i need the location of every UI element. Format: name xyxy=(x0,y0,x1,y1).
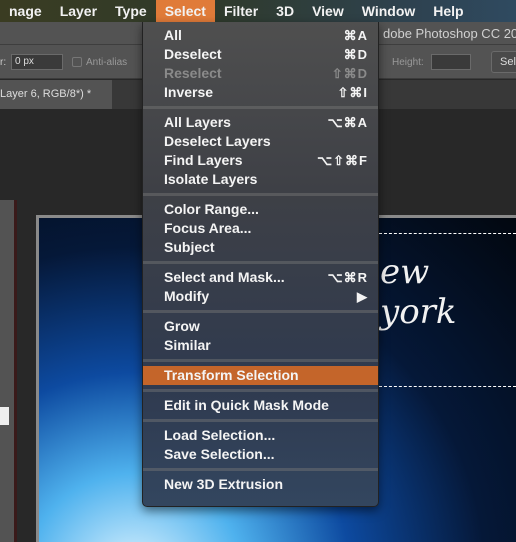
menu-item-label: Save Selection... xyxy=(164,446,275,462)
selection-marquee-top xyxy=(379,233,516,234)
menu-bar: nage Layer Type Select Filter 3D View Window Hel… xyxy=(0,0,516,22)
document-tab[interactable]: Layer 6, RGB/8*) * xyxy=(0,80,112,109)
menu-item-label: Focus Area... xyxy=(164,220,252,236)
antialias-checkbox[interactable] xyxy=(72,57,82,67)
menu-item-label: Transform Selection xyxy=(164,367,299,383)
shortcut: ⌘A xyxy=(343,28,368,43)
canvas-text: ew york xyxy=(380,252,457,332)
menu-item-label: Select and Mask... xyxy=(164,269,285,285)
shortcut: ⌥⌘A xyxy=(327,115,368,130)
menu-item-label: Reselect xyxy=(164,65,222,81)
menu-help[interactable]: Help xyxy=(424,0,472,22)
feather-label: r: xyxy=(0,57,7,68)
height-label: Height: xyxy=(392,57,424,68)
menu-item-focus-area[interactable]: Focus Area... xyxy=(143,219,378,238)
menu-item-label: Deselect Layers xyxy=(164,133,271,149)
menu-item-deselect-layers[interactable]: Deselect Layers xyxy=(143,132,378,151)
menu-item-subject[interactable]: Subject xyxy=(143,238,378,257)
menu-item-edit-in-quick-mask-mode[interactable]: Edit in Quick Mask Mode xyxy=(143,396,378,415)
selection-marquee-bottom xyxy=(379,386,516,387)
menu-item-modify[interactable]: Modify ▶ xyxy=(143,287,378,306)
menu-item-inverse[interactable]: Inverse ⇧⌘I xyxy=(143,83,378,102)
menu-item-transform-selection[interactable]: Transform Selection xyxy=(143,366,378,385)
menu-item-all[interactable]: All ⌘A xyxy=(143,26,378,45)
menu-item-label: Deselect xyxy=(164,46,222,62)
menu-separator xyxy=(143,385,378,396)
menu-item-label: Isolate Layers xyxy=(164,171,258,187)
menu-item-label: Inverse xyxy=(164,84,214,100)
menu-item-label: All Layers xyxy=(164,114,231,130)
menu-item-label: All xyxy=(164,27,182,43)
menu-select[interactable]: Select xyxy=(155,0,215,22)
menu-item-label: Edit in Quick Mask Mode xyxy=(164,397,329,413)
select-and-mask-button[interactable]: Sel xyxy=(491,51,516,73)
foreground-color-swatch[interactable] xyxy=(0,407,9,425)
menu-3d[interactable]: 3D xyxy=(267,0,303,22)
menu-separator xyxy=(143,464,378,475)
menu-separator xyxy=(143,306,378,317)
menu-item-deselect[interactable]: Deselect ⌘D xyxy=(143,45,378,64)
app-title: dobe Photoshop CC 20 xyxy=(383,26,516,41)
menu-item-reselect[interactable]: Reselect ⇧⌘D xyxy=(143,64,378,83)
menu-nage[interactable]: nage xyxy=(0,0,51,22)
tools-panel xyxy=(0,200,17,542)
menu-type[interactable]: Type xyxy=(106,0,156,22)
menu-item-label: Grow xyxy=(164,318,200,334)
menu-item-similar[interactable]: Similar xyxy=(143,336,378,355)
menu-item-load-selection[interactable]: Load Selection... xyxy=(143,426,378,445)
menu-item-new-3d-extrusion[interactable]: New 3D Extrusion xyxy=(143,475,378,494)
menu-item-label: New 3D Extrusion xyxy=(164,476,284,492)
menu-item-label: Load Selection... xyxy=(164,427,276,443)
menu-item-label: Subject xyxy=(164,239,215,255)
menu-item-select-and-mask[interactable]: Select and Mask... ⌥⌘R xyxy=(143,268,378,287)
menu-filter[interactable]: Filter xyxy=(215,0,267,22)
menu-item-label: Find Layers xyxy=(164,152,243,168)
menu-item-save-selection[interactable]: Save Selection... xyxy=(143,445,378,464)
menu-item-find-layers[interactable]: Find Layers ⌥⇧⌘F xyxy=(143,151,378,170)
menu-item-label: Similar xyxy=(164,337,211,353)
menu-layer[interactable]: Layer xyxy=(51,0,106,22)
menu-item-grow[interactable]: Grow xyxy=(143,317,378,336)
menu-separator xyxy=(143,102,378,113)
menu-item-isolate-layers[interactable]: Isolate Layers xyxy=(143,170,378,189)
menu-separator xyxy=(143,415,378,426)
menu-item-label: Color Range... xyxy=(164,201,259,217)
menu-separator xyxy=(143,257,378,268)
menu-item-color-range[interactable]: Color Range... xyxy=(143,200,378,219)
menu-view[interactable]: View xyxy=(303,0,353,22)
shortcut: ⌘D xyxy=(343,47,368,62)
menu-window[interactable]: Window xyxy=(353,0,425,22)
antialias-label: Anti-alias xyxy=(86,57,128,68)
menu-separator xyxy=(143,189,378,200)
menu-item-all-layers[interactable]: All Layers ⌥⌘A xyxy=(143,113,378,132)
submenu-arrow-icon: ▶ xyxy=(357,289,368,304)
shortcut: ⇧⌘D xyxy=(331,66,368,81)
select-menu-dropdown: All ⌘A Deselect ⌘D Reselect ⇧⌘D Inverse ⇧⌘I All … xyxy=(142,22,379,507)
shortcut: ⌥⌘R xyxy=(327,270,368,285)
height-input[interactable] xyxy=(431,54,471,70)
feather-input[interactable]: 0 px xyxy=(11,54,63,70)
menu-separator xyxy=(143,355,378,366)
shortcut: ⇧⌘I xyxy=(337,85,368,100)
shortcut: ⌥⇧⌘F xyxy=(317,153,368,168)
menu-item-label: Modify xyxy=(164,288,210,304)
